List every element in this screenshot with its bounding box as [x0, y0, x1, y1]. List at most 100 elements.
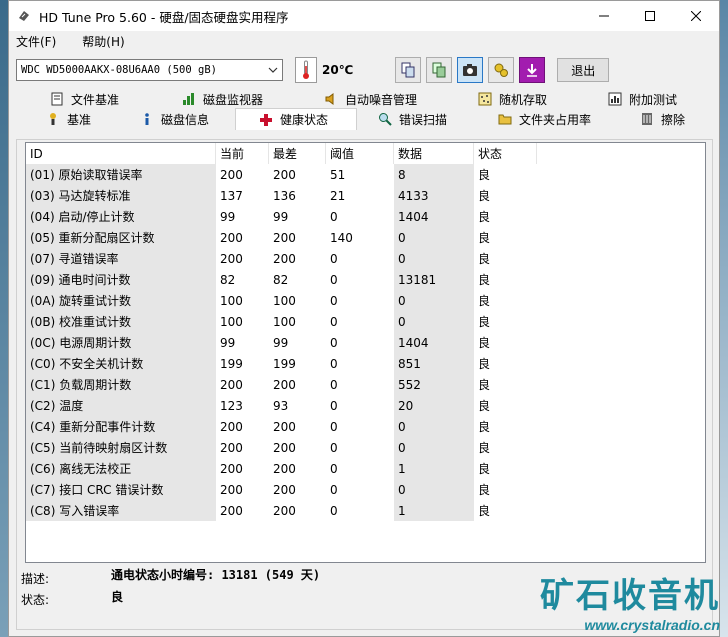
tab-label: 健康状态	[280, 113, 329, 127]
erase-icon	[639, 111, 655, 127]
worst-value: 200	[273, 419, 296, 434]
table-row[interactable]: (C1) 负载周期计数 200 200 0 552 良	[26, 374, 705, 395]
tab-random-access[interactable]: 随机存取	[477, 89, 547, 109]
tab-file-benchmark[interactable]: 文件基准	[49, 89, 119, 109]
table-row[interactable]: (C5) 当前待映射扇区计数 200 200 0 0 良	[26, 437, 705, 458]
window-controls	[581, 1, 719, 31]
tab-label: 文件基准	[71, 92, 120, 107]
table-header: ID 当前 最差 阈值 数据 状态	[26, 143, 705, 164]
copy-text-button[interactable]	[395, 57, 422, 83]
column-header-data[interactable]: 数据	[394, 143, 474, 164]
screenshot-button[interactable]	[457, 57, 484, 83]
attribute-name: (C2) 温度	[26, 395, 216, 416]
status-value: 良	[478, 273, 491, 287]
close-button[interactable]	[673, 1, 719, 31]
raw-data-value: 4133	[394, 185, 474, 206]
worst-value: 200	[273, 482, 296, 497]
status-value: 良	[478, 210, 491, 224]
table-row[interactable]: (0B) 校准重试计数 100 100 0 0 良	[26, 311, 705, 332]
tab-label: 磁盘信息	[161, 112, 210, 127]
disk-monitor-icon	[181, 91, 197, 107]
benchmark-icon	[45, 111, 61, 127]
raw-data-value: 1404	[394, 332, 474, 353]
current-value: 200	[220, 440, 243, 455]
raw-data-value: 1	[394, 458, 474, 479]
table-row[interactable]: (09) 通电时间计数 82 82 0 13181 良	[26, 269, 705, 290]
copy-icon	[401, 62, 415, 78]
tab-label: 磁盘监视器	[203, 92, 264, 107]
tabs-row-top: 文件基准 磁盘监视器 自动噪音管理 随机存取 附加测试	[9, 89, 719, 109]
attribute-name: (0C) 电源周期计数	[26, 332, 216, 353]
tab-benchmark[interactable]: 基准	[45, 109, 91, 129]
worst-value: 99	[273, 209, 289, 224]
current-value: 200	[220, 251, 243, 266]
worst-value: 100	[273, 314, 296, 329]
maximize-button[interactable]	[627, 1, 673, 31]
threshold-value: 140	[330, 230, 353, 245]
raw-data-value: 1	[394, 500, 474, 521]
minimize-button[interactable]	[581, 1, 627, 31]
attribute-name: (0A) 旋转重试计数	[26, 290, 216, 311]
tab-health[interactable]: 健康状态	[235, 108, 357, 130]
current-value: 200	[220, 230, 243, 245]
current-value: 200	[220, 167, 243, 182]
table-row[interactable]: (C7) 接口 CRC 错误计数 200 200 0 0 良	[26, 479, 705, 500]
description-value: 通电状态小时编号: 13181 (549 天)	[111, 568, 321, 582]
options-button[interactable]	[488, 57, 515, 83]
table-row[interactable]: (03) 马达旋转标准 137 136 21 4133 良	[26, 185, 705, 206]
status-value: 良	[478, 168, 491, 182]
menu-file[interactable]: 文件(F)	[9, 33, 63, 50]
current-value: 200	[220, 503, 243, 518]
threshold-value: 0	[330, 335, 338, 350]
status-value: 良	[478, 231, 491, 245]
table-row[interactable]: (04) 启动/停止计数 99 99 0 1404 良	[26, 206, 705, 227]
table-row[interactable]: (01) 原始读取错误率 200 200 51 8 良	[26, 164, 705, 185]
raw-data-value: 0	[394, 227, 474, 248]
table-row[interactable]: (05) 重新分配扇区计数 200 200 140 0 良	[26, 227, 705, 248]
app-logo-icon	[19, 11, 29, 21]
smart-table[interactable]: ID 当前 最差 阈值 数据 状态 (01) 原始读取错误率 200 200 51 8 良…	[25, 142, 706, 563]
table-row[interactable]: (0A) 旋转重试计数 100 100 0 0 良	[26, 290, 705, 311]
tab-disk-info[interactable]: 磁盘信息	[139, 109, 209, 129]
current-value: 200	[220, 461, 243, 476]
table-row[interactable]: (07) 寻道错误率 200 200 0 0 良	[26, 248, 705, 269]
table-row[interactable]: (C6) 离线无法校正 200 200 0 1 良	[26, 458, 705, 479]
current-value: 123	[220, 398, 243, 413]
raw-data-value: 20	[394, 395, 474, 416]
save-button[interactable]	[519, 57, 546, 83]
toolbar: WDC WD5000AAKX-08U6AA0 (500 gB) 20℃ 退出	[9, 51, 719, 89]
status-label: 状态:	[21, 593, 50, 607]
column-header-id[interactable]: ID	[26, 143, 216, 164]
current-value: 199	[220, 356, 243, 371]
table-row[interactable]: (C4) 重新分配事件计数 200 200 0 0 良	[26, 416, 705, 437]
drive-select[interactable]: WDC WD5000AAKX-08U6AA0 (500 gB)	[16, 59, 283, 81]
column-header-worst[interactable]: 最差	[269, 143, 326, 164]
raw-data-value: 0	[394, 290, 474, 311]
threshold-value: 0	[330, 209, 338, 224]
column-header-threshold[interactable]: 阈值	[326, 143, 394, 164]
health-cross-icon	[258, 112, 274, 128]
threshold-value: 0	[330, 377, 338, 392]
copy-all-button[interactable]	[426, 57, 453, 83]
tab-erase[interactable]: 擦除	[639, 109, 685, 129]
table-row[interactable]: (C8) 写入错误率 200 200 0 1 良	[26, 500, 705, 521]
table-row[interactable]: (C0) 不安全关机计数 199 199 0 851 良	[26, 353, 705, 374]
tab-noise-management[interactable]: 自动噪音管理	[323, 89, 417, 109]
current-value: 200	[220, 482, 243, 497]
column-header-current[interactable]: 当前	[216, 143, 269, 164]
status-value: 良	[478, 252, 491, 266]
status-value: 良	[478, 357, 491, 371]
tab-disk-monitor[interactable]: 磁盘监视器	[181, 89, 263, 109]
title-bar: HD Tune Pro 5.60 - 硬盘/固态硬盘实用程序	[9, 1, 719, 31]
tab-label: 擦除	[661, 112, 686, 127]
table-row[interactable]: (C2) 温度 123 93 0 20 良	[26, 395, 705, 416]
status-value: 良	[478, 399, 491, 413]
exit-button[interactable]: 退出	[557, 58, 610, 82]
menu-help[interactable]: 帮助(H)	[75, 33, 131, 50]
threshold-value: 0	[330, 293, 338, 308]
column-header-status[interactable]: 状态	[474, 143, 537, 164]
table-row[interactable]: (0C) 电源周期计数 99 99 0 1404 良	[26, 332, 705, 353]
tab-error-scan[interactable]: 错误扫描	[377, 109, 447, 129]
tab-folder-usage[interactable]: 文件夹占用率	[497, 109, 591, 129]
tab-extra-tests[interactable]: 附加测试	[607, 89, 677, 109]
